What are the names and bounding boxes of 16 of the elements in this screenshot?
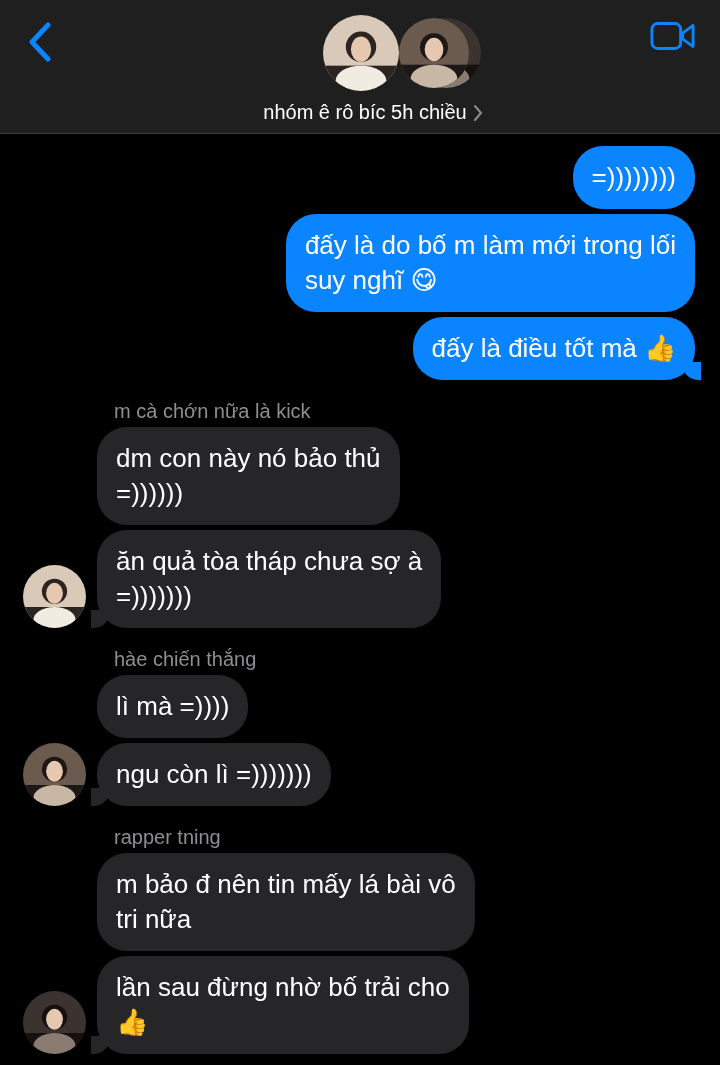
group-title[interactable]: nhóm ê rô bíc 5h chiều	[263, 101, 467, 124]
video-call-icon[interactable]	[650, 20, 696, 52]
message-bubble[interactable]: đấy là điều tốt mà 👍	[412, 317, 695, 380]
message-bubble[interactable]: đấy là do bố m làm mới trong lối suy nghĩ 😋	[285, 214, 695, 312]
sender-name: hàe chiến thắng	[114, 648, 258, 671]
message-bubble[interactable]: ngu còn lì =)))))))	[97, 743, 331, 806]
sender-name: rapper tning	[114, 826, 222, 849]
sender-name: m cà chớn nữa là kick	[114, 400, 312, 423]
message-bubble[interactable]: dm con này nó bảo thủ =))))))	[97, 427, 400, 525]
message-bubble[interactable]: ăn quả tòa tháp chưa sợ à =)))))))	[97, 530, 442, 628]
message-bubble[interactable]: lần sau đừng nhờ bố trải cho 👍	[97, 956, 469, 1054]
back-icon[interactable]	[28, 22, 52, 62]
message-bubble[interactable]: =))))))))	[572, 146, 695, 209]
message-bubble[interactable]: lì mà =))))	[97, 675, 249, 738]
message-bubble[interactable]: m bảo đ nên tin mấy lá bài vô tri nữa	[97, 853, 475, 951]
chevron-icon[interactable]	[472, 103, 483, 122]
